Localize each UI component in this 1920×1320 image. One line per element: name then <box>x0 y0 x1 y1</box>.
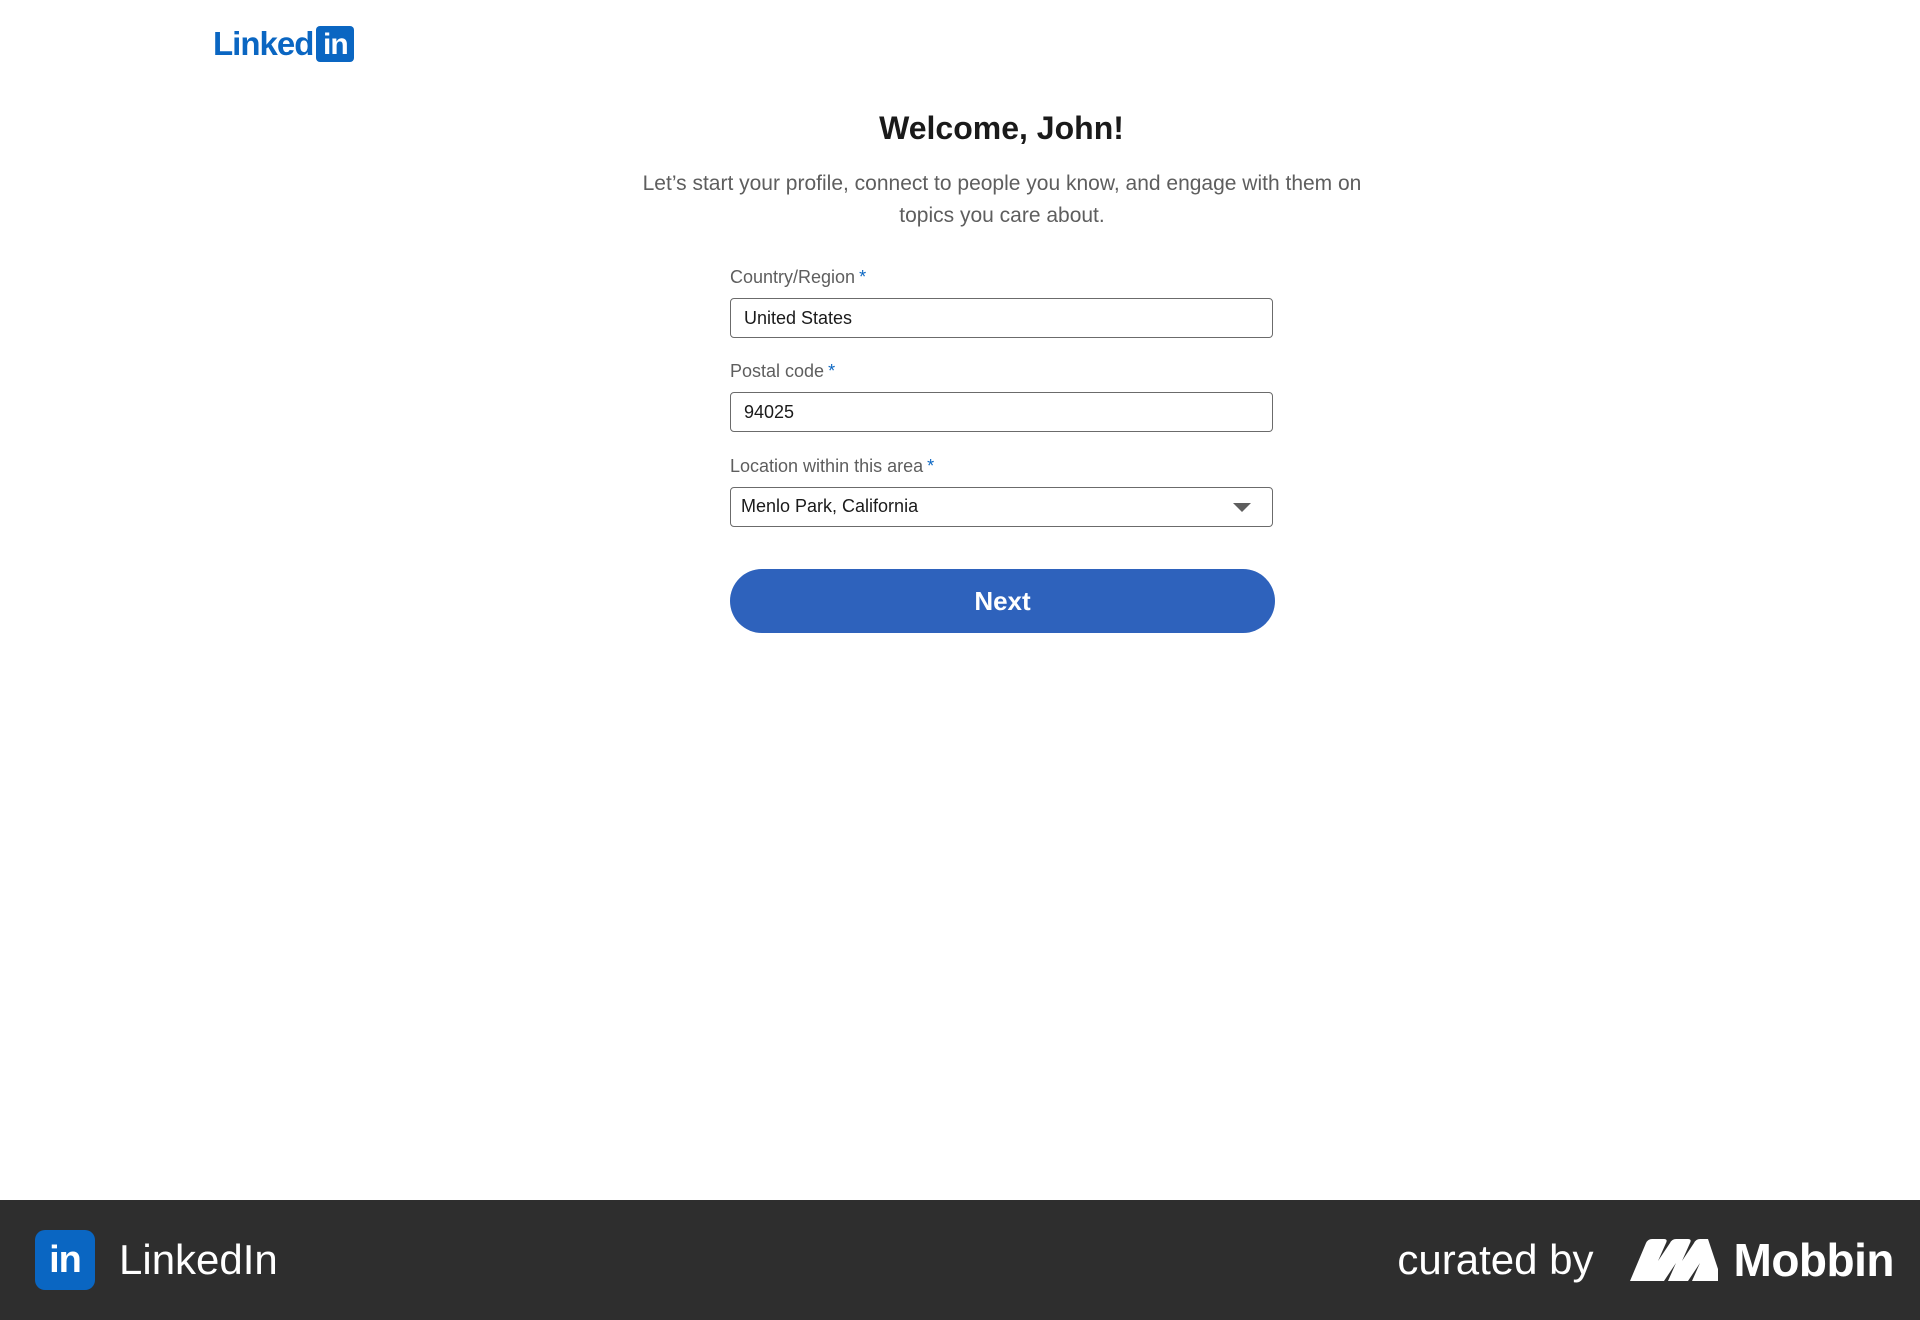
location-select[interactable]: Menlo Park, California <box>730 487 1273 527</box>
linkedin-app-icon: in <box>35 1230 95 1290</box>
location-selected-value: Menlo Park, California <box>741 496 919 516</box>
chevron-down-icon <box>1233 503 1251 512</box>
country-label: Country/Region * <box>730 264 1274 290</box>
logo-wordmark: Linked <box>213 25 314 62</box>
onboarding-page: Linked in Welcome, John! Let’s start you… <box>0 0 1920 1320</box>
logo-in-box: in <box>316 26 355 62</box>
country-label-text: Country/Region <box>730 267 856 287</box>
footer-bar: in LinkedIn curated by Mobbin <box>0 1200 1920 1320</box>
required-asterisk: * <box>859 267 867 287</box>
footer-credit: curated by Mobbin <box>1397 1230 1894 1290</box>
postal-code-label: Postal code * <box>730 358 1274 384</box>
mobbin-wordmark: Mobbin <box>1733 1234 1895 1286</box>
postal-code-input[interactable] <box>730 392 1273 432</box>
required-asterisk: * <box>927 456 935 476</box>
credit-text: curated by <box>1397 1236 1594 1283</box>
location-label: Location within this area * <box>730 453 1274 479</box>
next-button[interactable]: Next <box>730 569 1275 633</box>
linkedin-logo[interactable]: Linked in <box>213 25 355 62</box>
postal-code-label-text: Postal code <box>730 361 825 381</box>
required-asterisk: * <box>828 361 836 381</box>
postal-code-field: Postal code * <box>730 358 1274 432</box>
page-title: Welcome, John! <box>879 110 1124 146</box>
country-field: Country/Region * <box>730 264 1274 338</box>
footer-app-branding: in LinkedIn <box>35 1230 278 1290</box>
country-input[interactable] <box>730 298 1273 338</box>
footer-app-name: LinkedIn <box>119 1236 278 1283</box>
page-subtitle: Let’s start your profile, connect to peo… <box>642 172 1362 227</box>
mobbin-logo-icon <box>1629 1239 1718 1281</box>
location-field: Location within this area * Menlo Park, C… <box>730 453 1274 527</box>
location-label-text: Location within this area <box>730 456 924 476</box>
